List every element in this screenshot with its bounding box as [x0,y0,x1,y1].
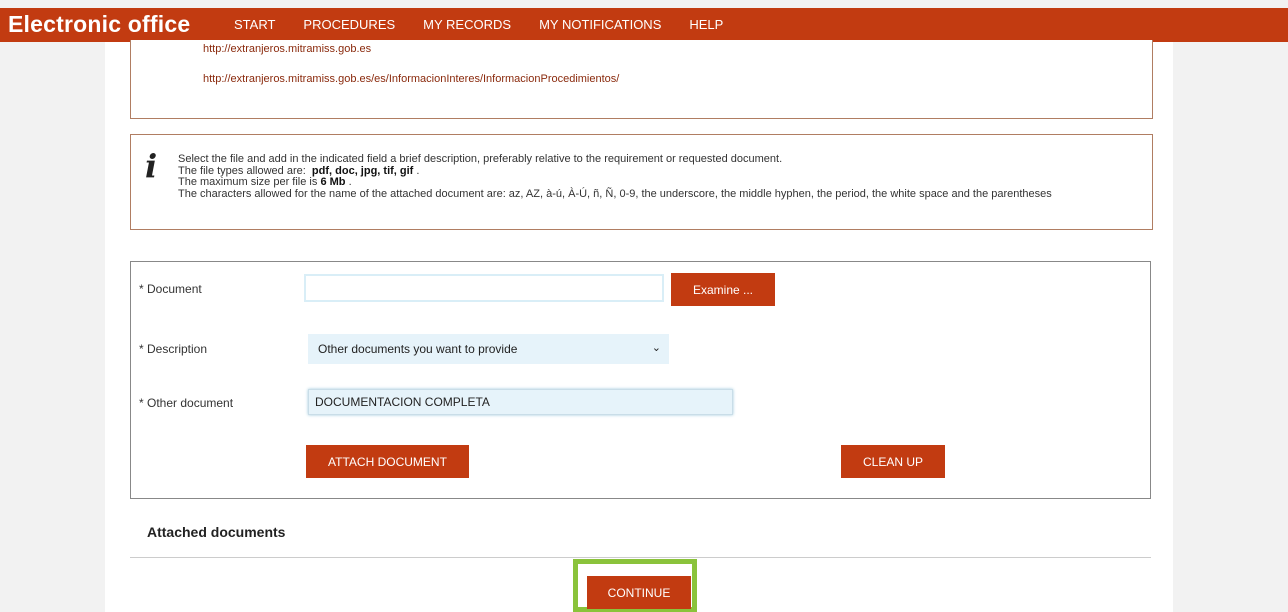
links-box: http://extranjeros.mitramiss.gob.es http… [130,40,1153,119]
examine-button[interactable]: Examine ... [671,273,775,306]
attach-form: * Document Examine ... * Description Oth… [130,261,1151,499]
divider [130,557,1151,558]
info-size-prefix: The maximum size per file is [178,176,318,188]
nav-my-records[interactable]: MY RECORDS [423,17,511,32]
document-label: * Document [139,282,202,296]
nav-procedures[interactable]: PROCEDURES [303,17,395,32]
clean-up-button[interactable]: CLEAN UP [841,445,945,478]
link-informacion-procedimientos[interactable]: http://extranjeros.mitramiss.gob.es/es/I… [203,73,619,85]
site-title[interactable]: Electronic office [8,11,190,38]
other-document-value: DOCUMENTACION COMPLETA [315,395,490,409]
info-types-suffix: . [416,164,420,177]
header-bar: Electronic office START PROCEDURES MY RE… [0,8,1288,42]
info-icon: i [145,147,158,185]
info-size-suffix: . [348,176,352,188]
main-nav: START PROCEDURES MY RECORDS MY NOTIFICAT… [234,17,751,32]
info-line-3: The maximum size per file is 6 Mb . [178,176,1052,189]
nav-my-notifications[interactable]: MY NOTIFICATIONS [539,17,661,32]
info-size: 6 Mb [320,176,346,188]
info-box: i Select the file and add in the indicat… [130,134,1153,230]
info-line-1: Select the file and add in the indicated… [178,153,783,165]
nav-start[interactable]: START [234,17,275,32]
other-document-input[interactable]: DOCUMENTACION COMPLETA [308,389,733,415]
info-types: pdf, doc, jpg, tif, gif [311,164,414,177]
content-panel: http://extranjeros.mitramiss.gob.es http… [105,40,1173,612]
description-selected-value: Other documents you want to provide [318,342,518,356]
continue-button[interactable]: CONTINUE [587,576,691,609]
nav-help[interactable]: HELP [689,17,723,32]
link-extranjeros[interactable]: http://extranjeros.mitramiss.gob.es [203,43,371,55]
attach-document-button[interactable]: ATTACH DOCUMENT [306,445,469,478]
chevron-down-icon: ⌄ [651,342,661,354]
attached-documents-title: Attached documents [147,524,286,540]
info-text: Select the file and add in the indicated… [178,153,1052,200]
description-select[interactable]: Other documents you want to provide ⌄ [308,334,669,364]
info-types-prefix: The file types allowed are: [178,164,306,177]
info-line-4: The characters allowed for the name of t… [178,187,1052,200]
description-label: * Description [139,342,208,356]
other-document-label: * Other document [139,396,234,410]
document-file-input[interactable] [304,274,664,302]
